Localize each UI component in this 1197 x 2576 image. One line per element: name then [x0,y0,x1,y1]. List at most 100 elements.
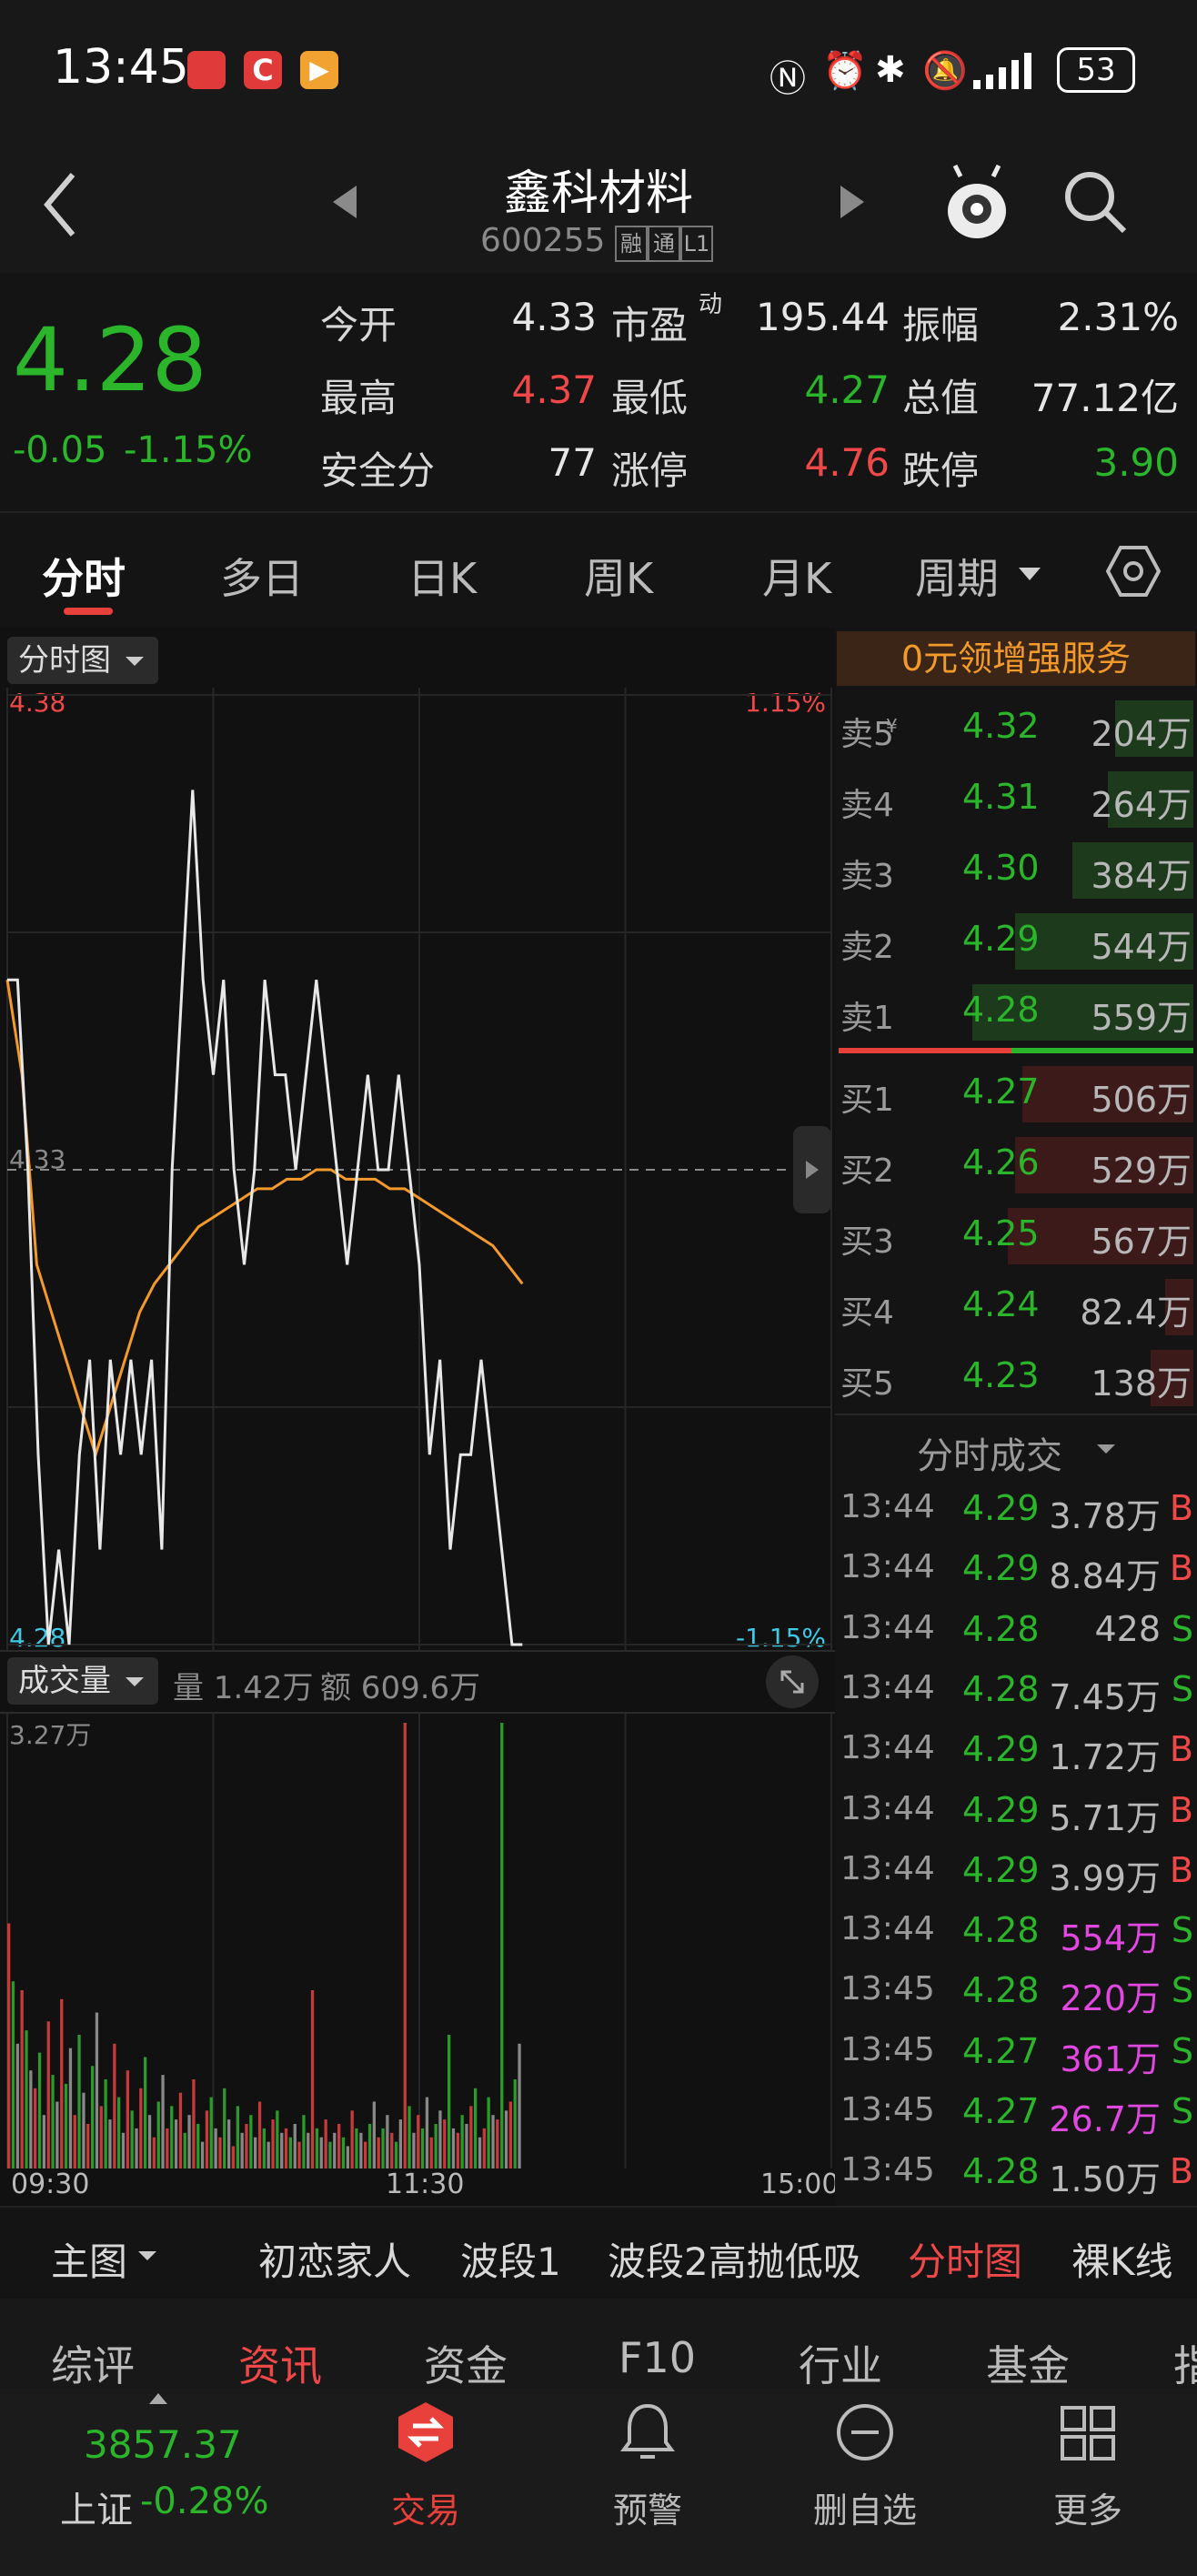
trade-price: 4.29 [962,1488,1040,1528]
ask-bid-ratio-green [1011,1048,1193,1053]
low-value: 4.27 [804,367,890,412]
volume-bar [200,2141,205,2168]
volume-bar [95,2012,99,2168]
trade-row: 13:44 4.28 7.45万 S [835,1660,1197,1720]
nav-more[interactable]: 更多 [1033,2400,1142,2546]
level-volume: 506万 [1091,1080,1192,1120]
volume-bar [412,2132,416,2168]
nav-remove-watchlist[interactable]: 删自选 [797,2400,933,2546]
ask-level[interactable]: 卖2 4.29 544万 [835,906,1197,977]
volume-bar [487,2097,490,2168]
bid-level[interactable]: 买2 4.26 529万 [835,1130,1197,1201]
volume-bar [474,2088,478,2168]
tab-weekly-k[interactable]: 周K [584,546,653,606]
expand-book-handle[interactable] [793,1126,831,1213]
ask-level[interactable]: 卖3 4.30 384万 [835,835,1197,906]
volume-bar [37,2052,42,2168]
trade-price: 4.29 [962,1548,1040,1589]
promo-banner[interactable]: 0元领增强服务 [837,631,1195,686]
tab-fund[interactable]: 基金 [986,2333,1070,2393]
nav-alert[interactable]: 预警 [593,2400,702,2546]
volume-bar [328,2141,332,2168]
tab-monthly-k[interactable]: 月K [762,546,831,606]
stock-name: 鑫科材料 [503,166,693,221]
trade-time: 13:44 [840,1789,935,1827]
indicator-chulian[interactable]: 初恋家人 [258,2231,411,2287]
tab-funds[interactable]: 资金 [424,2333,508,2393]
x-axis-label-start: 09:30 [11,2168,90,2200]
tab-period[interactable]: 周期 [915,546,999,606]
fullscreen-button[interactable] [766,1655,819,1708]
volume-bar [42,2115,45,2168]
bottom-nav: 3857.37 上证 -0.28% 交易 预警 删自选 更多 [0,2390,1197,2576]
volume-bar [324,2119,327,2168]
volume-bar [223,2088,226,2168]
chevron-up-icon[interactable] [147,2391,169,2406]
volume-indicator-label: 成交量 [18,1663,111,1699]
trades-title[interactable]: 分时成交 [917,1426,1062,1479]
back-icon[interactable] [42,171,78,238]
volume-bar [341,2137,346,2168]
volume-bar [77,2035,81,2168]
volume-bar [355,2128,358,2168]
volume-bar [152,2137,156,2168]
tab-index[interactable]: 指 [1173,2333,1197,2393]
bid-level[interactable]: 买3 4.25 567万 [835,1201,1197,1272]
trade-time: 13:44 [840,1668,935,1706]
level-volume: 264万 [1091,785,1192,825]
volume-bar [214,2128,217,2168]
volume-bar [20,1990,24,2168]
volume-bar [297,2141,301,2168]
volume-readout: 量 1.42万 [173,1670,314,1706]
volume-bar [403,1723,407,2168]
index-name: 上证 [60,2490,133,2531]
stock-header: 鑫科材料 600255 融 通 L1 [0,136,1197,273]
tab-multiday[interactable]: 多日 [220,546,304,606]
volume-bar [508,2101,512,2168]
trade-ticks: 13:44 4.29 3.78万 B 13:44 4.29 8.84万 B 13:44 4.28 4… [835,1479,1197,2207]
search-icon[interactable] [1062,169,1130,236]
tab-daily-k[interactable]: 日K [407,546,477,606]
volume-bar [456,2132,459,2168]
bid-level[interactable]: 买5 4.23 138万 [835,1343,1197,1414]
tab-f10[interactable]: F10 [619,2333,696,2382]
tab-intraday[interactable]: 分时 [42,546,126,606]
play-app-icon: ▶ [300,51,338,89]
level-label: 买2 [840,1152,894,1190]
volume-bar [192,2079,196,2168]
indicator-intraday[interactable]: 分时图 [908,2231,1022,2287]
level-label: 卖2 [840,929,894,966]
low-label: 最低 [611,376,689,420]
bid-level[interactable]: 买1 4.27 506万 [835,1059,1197,1130]
ask-level[interactable]: 卖5 4.32 204万 [835,693,1197,764]
nav-trade-label: 交易 [390,2490,460,2531]
tab-news[interactable]: 资讯 [238,2333,322,2393]
bid-level[interactable]: 买4 4.24 82.4万 [835,1272,1197,1343]
indicator-naked-k[interactable]: 裸K线 [1071,2231,1173,2287]
tab-overview[interactable]: 综评 [51,2333,135,2393]
settings-hexagon-icon[interactable] [1106,544,1161,599]
level-label: 卖3 [840,858,894,895]
next-stock-icon[interactable] [839,184,866,220]
indicator-wave2[interactable]: 波段2高抛低吸 [608,2231,861,2287]
volume-bar [518,2043,521,2168]
main-chart-selector[interactable]: 主图 [51,2231,127,2287]
mute-icon: 🔕 [922,50,968,92]
ask-level[interactable]: 卖1 4.28 559万 [835,977,1197,1048]
indicator-wave1[interactable]: 波段1 [460,2231,561,2287]
tab-industry[interactable]: 行业 [799,2333,882,2393]
trade-volume: 1.72万 [1049,1737,1161,1778]
nav-trade[interactable]: 交易 [371,2400,480,2546]
last-price: 4.28 [13,309,207,411]
trade-price: 4.27 [962,2030,1040,2071]
assistant-robot-icon[interactable] [942,160,1011,247]
trade-volume: 554万 [1060,1918,1161,1959]
limit-up-label: 涨停 [611,448,689,493]
volume-bar [231,2146,236,2168]
ask-level[interactable]: 卖4 4.31 264万 [835,764,1197,835]
index-value[interactable]: 3857.37 [84,2422,242,2467]
volume-bar [443,2119,447,2168]
volume-indicator-selector[interactable]: 成交量 [7,1657,158,1705]
chart-type-selector[interactable]: 分时图 [7,637,158,684]
prev-stock-icon[interactable] [331,184,358,220]
